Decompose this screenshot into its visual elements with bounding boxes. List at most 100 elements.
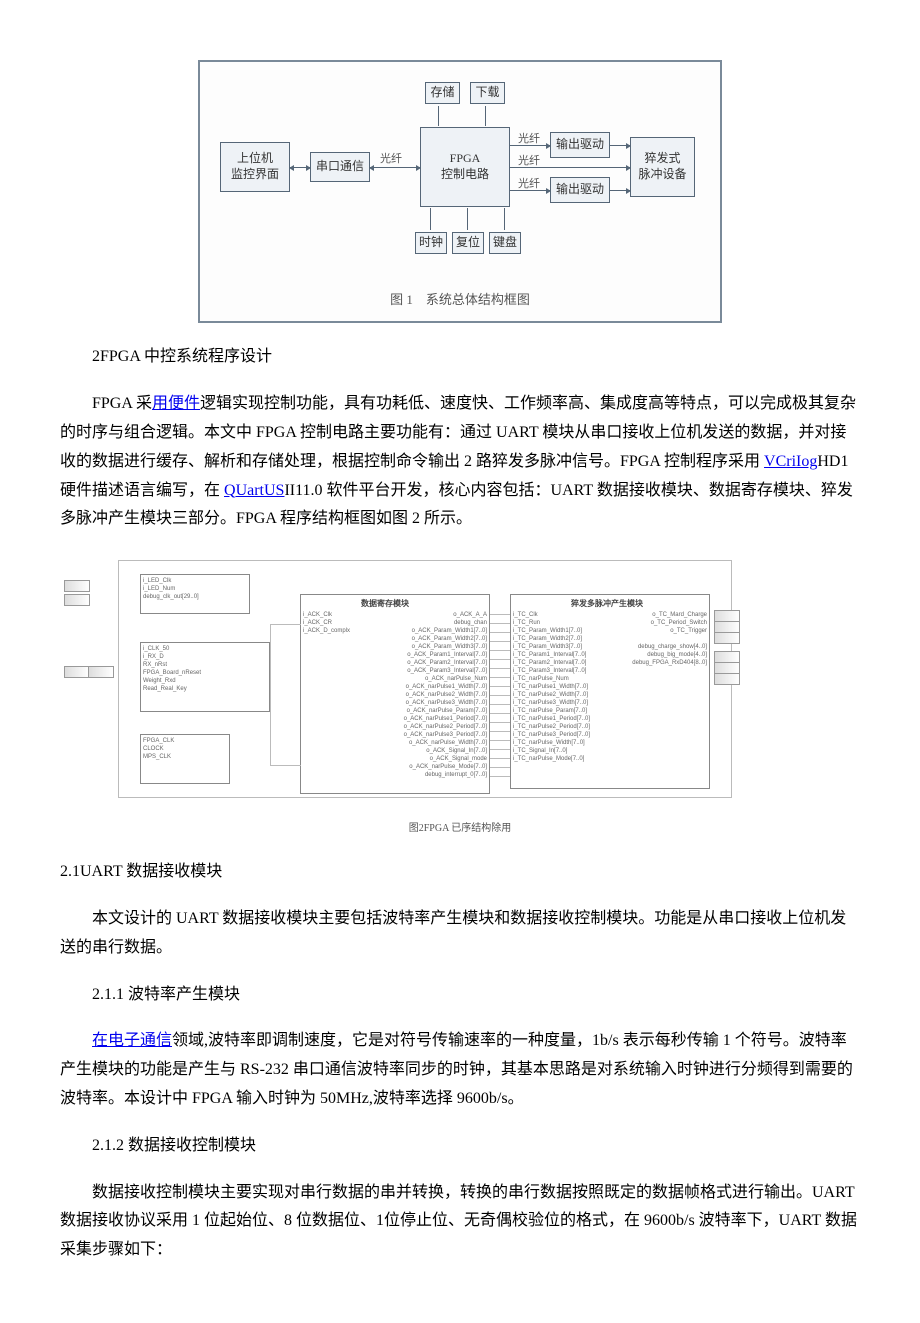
label-fiber: 光纤	[518, 130, 540, 150]
label-fiber: 光纤	[518, 175, 540, 195]
pin-label: i_TC_Signal_In[7..0]	[513, 747, 590, 755]
vline	[438, 106, 439, 126]
section-2-1-1-paragraph: 在电子通信领域,波特率即调制速度，它是对符号传输速率的一种度量，1b/s 表示每…	[60, 1027, 860, 1113]
pin-label: i_TC_Param1_Interval[7..0]	[513, 651, 590, 659]
pin-label: i_TC_narPulse2_Period[7..0]	[513, 723, 590, 731]
link-hardware[interactable]: 用便件	[152, 395, 200, 412]
block-diagram: 上位机监控界面 串口通信 FPGA控制电路 存储 下载 时钟 复位 键盘 输出驱…	[220, 82, 700, 282]
pin-label: debug_charge_show[4..0]	[632, 643, 707, 651]
arrow	[610, 190, 630, 191]
pin-label: i_TC_narPulse_Width[7..0]	[513, 739, 590, 747]
pin-label: i_TC_Run	[513, 619, 590, 627]
pin-label: o_ACK_Param_Width1[7..0]	[404, 627, 487, 635]
pin-label: i_LED_Num	[143, 585, 199, 593]
text: FPGA 采	[92, 395, 152, 412]
pin-label: i_TC_narPulse_Param[7..0]	[513, 707, 590, 715]
pin-label: o_ACK_Param_Width2[7..0]	[404, 635, 487, 643]
pin-label: o_ACK_Param3_Interval[7..0]	[404, 667, 487, 675]
vline	[485, 106, 486, 126]
pin-label: o_ACK_narPulse_Param[7..0]	[404, 707, 487, 715]
block-reset: 复位	[452, 232, 484, 254]
pin-label: o_ACK_narPulse2_Width[7..0]	[404, 691, 487, 699]
block-download: 下载	[470, 82, 505, 104]
io-pad	[714, 632, 740, 644]
pin-label: i_TC_Param_Width2[7..0]	[513, 635, 590, 643]
io-pad	[714, 673, 740, 685]
arrow	[290, 167, 310, 168]
link-verilog[interactable]: VCriIog	[764, 453, 817, 470]
pin-label: o_ACK_narPulse1_Width[7..0]	[404, 683, 487, 691]
block-outdrv1: 输出驱动	[550, 132, 610, 158]
sch-led-block: i_LED_Clki_LED_Numdebug_clk_out[29..0]	[140, 574, 250, 614]
link-ecomm[interactable]: 在电子通信	[92, 1032, 172, 1049]
section-2-1-1-title: 2.1.1 波特率产生模块	[60, 981, 860, 1010]
pin-label: i_TC_narPulse3_Period[7..0]	[513, 731, 590, 739]
pin-label: o_ACK_narPulse1_Period[7..0]	[404, 715, 487, 723]
section-2-title: 2FPGA 中控系统程序设计	[60, 343, 860, 372]
sch-reg-title: 数据寄存模块	[361, 597, 409, 611]
block-clock: 时钟	[415, 232, 447, 254]
vline	[504, 208, 505, 230]
pin-label: debug_big_mode[4..0]	[632, 651, 707, 659]
schematic-diagram: i_LED_Clki_LED_Numdebug_clk_out[29..0] 数…	[60, 554, 740, 814]
pin-label: i_TC_narPulse2_Width[7..0]	[513, 691, 590, 699]
pin-label: i_TC_narPulse_Num	[513, 675, 590, 683]
pin-label: debug_FPGA_RxD404[8..0]	[632, 659, 707, 667]
pin-label: debug_interrupt_0[7..0]	[404, 771, 487, 779]
pin-label: i_TC_narPulse3_Width[7..0]	[513, 699, 590, 707]
block-serial: 串口通信	[310, 152, 370, 182]
pin-label: o_TC_Mard_Charge	[632, 611, 707, 619]
section-2-1-2-title: 2.1.2 数据接收控制模块	[60, 1132, 860, 1161]
pin-label: i_TC_Param3_Interval[7..0]	[513, 667, 590, 675]
vline	[430, 208, 431, 230]
figure-1-frame: 上位机监控界面 串口通信 FPGA控制电路 存储 下载 时钟 复位 键盘 输出驱…	[198, 60, 722, 323]
pin-label: i_LED_Clk	[143, 577, 199, 585]
pin-label: i_TC_narPulse_Mode[7..0]	[513, 755, 590, 763]
pin-label: i_TC_narPulse1_Period[7..0]	[513, 715, 590, 723]
figure-1: 上位机监控界面 串口通信 FPGA控制电路 存储 下载 时钟 复位 键盘 输出驱…	[60, 60, 860, 323]
pin-label: o_TC_Trigger	[632, 627, 707, 635]
pin-label: o_ACK_narPulse3_Width[7..0]	[404, 699, 487, 707]
section-2-1-paragraph: 本文设计的 UART 数据接收模块主要包括波特率产生模块和数据接收控制模块。功能…	[60, 905, 860, 963]
block-host: 上位机监控界面	[220, 142, 290, 192]
pin-label: o_ACK_Signal_In[7..0]	[404, 747, 487, 755]
pin-label: o_ACK_narPulse3_Period[7..0]	[404, 731, 487, 739]
pin-label: FPGA_CLK	[143, 737, 174, 745]
pin-label: i_CLK_50	[143, 645, 201, 653]
pin-label: o_ACK_narPulse_Mode[7..0]	[404, 763, 487, 771]
pin-label: i_TC_narPulse1_Width[7..0]	[513, 683, 590, 691]
figure-2: i_LED_Clki_LED_Numdebug_clk_out[29..0] 数…	[60, 554, 860, 838]
pin-label: debug_clk_out[29..0]	[143, 593, 199, 601]
sch-pulse-title: 猝发多脉冲产生模块	[571, 597, 643, 611]
pin-label: o_ACK_narPulse_Num	[404, 675, 487, 683]
pin-label	[632, 635, 707, 643]
link-quartus[interactable]: QUartUS	[224, 482, 284, 499]
pin-label: CLOCK	[143, 745, 174, 753]
block-outdrv2: 输出驱动	[550, 177, 610, 203]
block-keypad: 键盘	[489, 232, 521, 254]
pin-label: FPGA_Board_nReset	[143, 669, 201, 677]
label-fiber: 光纤	[380, 150, 402, 170]
pin-label: i_TC_Param_Width1[7..0]	[513, 627, 590, 635]
section-2-1-2-paragraph: 数据接收控制模块主要实现对串行数据的串并转换，转换的串行数据按照既定的数据帧格式…	[60, 1179, 860, 1265]
io-pad	[88, 666, 114, 678]
io-pad	[64, 666, 90, 678]
bus-lines	[490, 614, 510, 784]
pin-label: debug_chan	[404, 619, 487, 627]
section-2-1-title: 2.1UART 数据接收模块	[60, 858, 860, 887]
bus-lines	[270, 624, 301, 766]
sch-baud: 波特率产生模块 FPGA_CLKCLOCKMPS_CLK	[140, 734, 230, 784]
pin-label: o_ACK_narPulse_Width[7..0]	[404, 739, 487, 747]
pin-label: Read_Real_Key	[143, 685, 201, 693]
pin-label: o_ACK_A_A	[404, 611, 487, 619]
pin-label: o_ACK_Signal_mode	[404, 755, 487, 763]
pin-label: o_ACK_Param2_Interval[7..0]	[404, 659, 487, 667]
figure-1-caption: 图 1 系统总体结构框图	[220, 288, 700, 311]
pin-label: MPS_CLK	[143, 753, 174, 761]
block-fpga: FPGA控制电路	[420, 127, 510, 207]
io-pad	[64, 580, 90, 592]
pin-label: o_TC_Period_Switch	[632, 619, 707, 627]
block-device: 猝发式脉冲设备	[630, 137, 695, 197]
text: 领域,波特率即调制速度，它是对符号传输速率的一种度量，1b/s 表示每秒传输 1…	[60, 1032, 853, 1107]
pin-label: i_TC_Param_Width3[7..0]	[513, 643, 590, 651]
